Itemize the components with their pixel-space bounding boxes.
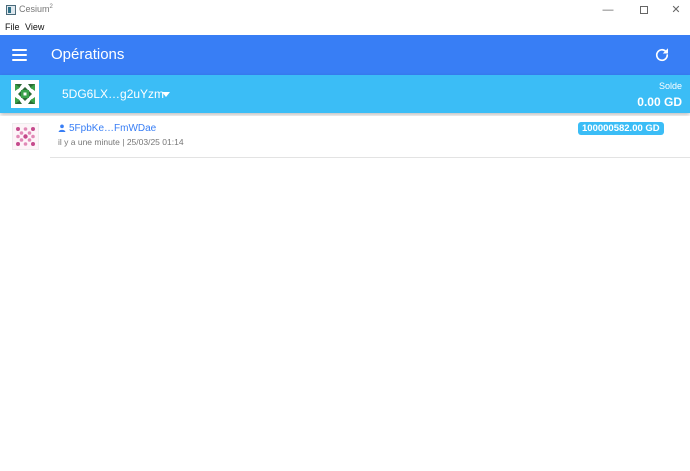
app-icon [6,5,16,15]
window-titlebar: Cesium2 — ✕ [0,0,690,20]
identicon-icon [16,127,35,146]
person-icon [58,124,66,132]
refresh-icon[interactable] [653,46,671,64]
hamburger-menu-icon[interactable] [12,49,27,61]
menu-bar: File View [0,20,690,35]
minimize-button[interactable]: — [596,2,620,18]
maximize-icon [640,6,648,14]
list-divider [50,157,690,158]
transaction-user-label: 5FpbKe…FmWDae [69,123,157,134]
transaction-row[interactable]: 5FpbKe…FmWDae il y a une minute | 25/03/… [0,116,690,158]
transaction-avatar[interactable] [12,123,39,150]
account-banner: 5DG6LX…g2uYzm Solde 0.00 GD [0,75,690,113]
balance-value: 0.00 GD [637,95,682,109]
app-header: Opérations [0,35,690,75]
account-pubkey[interactable]: 5DG6LX…g2uYzm [62,87,164,101]
maximize-button[interactable] [632,2,656,18]
window-title: Cesium2 [19,4,53,14]
menu-view[interactable]: View [25,22,44,32]
balance-label: Solde [658,81,682,91]
menu-file[interactable]: File [5,22,20,32]
transaction-amount-badge: 100000582.00 GD [578,122,664,135]
identicon-icon [11,80,39,108]
account-avatar[interactable] [11,80,39,108]
transaction-user[interactable]: 5FpbKe…FmWDae [58,123,156,134]
chevron-down-icon[interactable] [162,92,170,97]
page-title: Opérations [51,46,125,63]
transaction-meta: il y a une minute | 25/03/25 01:14 [58,137,184,147]
close-button[interactable]: ✕ [664,2,688,18]
